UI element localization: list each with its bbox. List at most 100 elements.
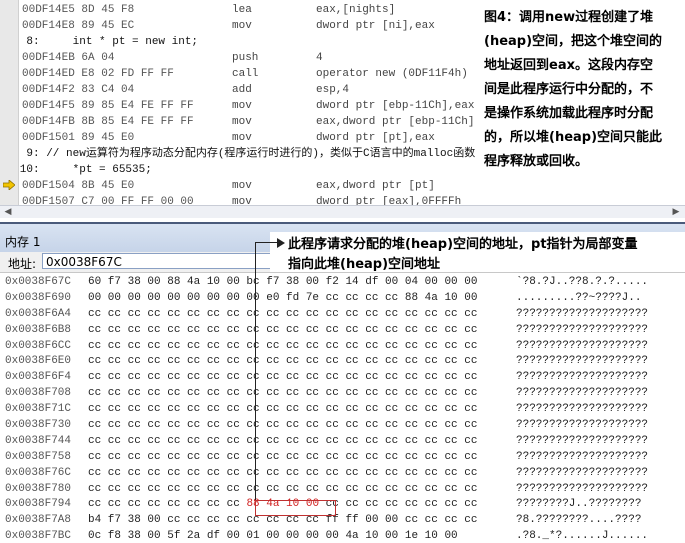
callout-line	[255, 242, 277, 243]
memory-address: 0x0038F6E0	[5, 355, 72, 368]
horizontal-scrollbar[interactable]: ◀ ▶	[0, 205, 685, 218]
instruction-address: 00DF14F5 89 85 E4 FE FF FF	[22, 100, 194, 112]
memory-hex-bytes: cc cc cc cc cc cc cc cc cc cc cc cc cc c…	[88, 386, 477, 402]
memory-address: 0x0038F67C	[5, 276, 72, 288]
instruction-operand: eax,dword ptr [ebp-11Ch]	[316, 116, 475, 128]
memory-rows[interactable]: 0x0038F67C 60 f7 38 00 88 4a 10 00 bc f7 …	[0, 275, 685, 543]
annotation-line: 是操作系统加载此程序时分配	[484, 106, 654, 121]
memory-hex-bytes: cc cc cc cc cc cc cc cc cc cc cc cc cc c…	[88, 466, 477, 482]
hex-segment: cc cc cc cc cc cc cc cc cc cc cc cc cc c…	[88, 339, 478, 352]
memory-address: 0x0038F6CC	[5, 339, 72, 352]
hex-segment: 60 f7 38 00 88 4a 10 00 bc f7 38 00 f2 1…	[88, 276, 478, 288]
memory-hex-bytes: cc cc cc cc cc cc cc cc cc cc cc cc cc c…	[88, 482, 477, 498]
address-label: 地址:	[8, 257, 37, 271]
instruction-operand: 4	[316, 52, 323, 64]
memory-row[interactable]: 0x0038F780 cc cc cc cc cc cc cc cc cc cc …	[0, 482, 685, 498]
memory-ascii: `?8.?J..??8.?.?.....	[516, 276, 649, 288]
instruction-address: 00DF14F2 83 C4 04	[22, 84, 135, 96]
memory-ascii: ????????????????????	[516, 450, 649, 463]
hex-segment: cc cc cc cc cc cc cc cc	[319, 498, 478, 511]
callout-line	[255, 242, 256, 500]
memory-hex-bytes: cc cc cc cc cc cc cc cc cc cc cc cc cc c…	[88, 323, 477, 339]
memory-row[interactable]: 0x0038F71C cc cc cc cc cc cc cc cc cc cc …	[0, 402, 685, 418]
memory-ascii: .?8._*?......J......	[516, 530, 649, 543]
memory-row[interactable]: 0x0038F7A8 b4 f7 38 00 cc cc cc cc cc cc …	[0, 513, 685, 529]
hex-segment: cc cc cc cc cc cc cc cc cc cc cc cc cc c…	[88, 355, 478, 368]
memory-hex-bytes: cc cc cc cc cc cc cc cc cc cc cc cc cc c…	[88, 418, 477, 434]
instruction-address: 00DF14E5 8D 45 F8	[22, 4, 135, 16]
memory-address: 0x0038F76C	[5, 466, 72, 479]
hex-segment: cc cc cc cc cc cc cc cc cc cc cc cc cc c…	[88, 323, 478, 336]
instruction-address: 00DF1504 8B 45 E0	[22, 180, 135, 192]
memory-row[interactable]: 0x0038F6CC cc cc cc cc cc cc cc cc cc cc …	[0, 339, 685, 355]
memory-ascii: ????????????????????	[516, 387, 649, 400]
annotation-line: 间是此程序运行中分配的，不	[484, 82, 654, 97]
memory-hex-bytes: 60 f7 38 00 88 4a 10 00 bc f7 38 00 f2 1…	[88, 275, 477, 291]
memory-hex-bytes: cc cc cc cc cc cc cc cc cc cc cc cc cc c…	[88, 354, 477, 370]
memory-row[interactable]: 0x0038F6B8 cc cc cc cc cc cc cc cc cc cc …	[0, 323, 685, 339]
instruction-mnemonic: push	[232, 52, 259, 64]
memory-address: 0x0038F6F4	[5, 371, 72, 384]
instruction-address: 00DF14FB 8B 85 E4 FE FF FF	[22, 116, 194, 128]
annotation-line: (heap)空间，把这个堆空间的	[484, 34, 663, 49]
instruction-operand: eax,[nights]	[316, 4, 396, 16]
memory-address: 0x0038F7A8	[5, 514, 72, 527]
instruction-address: 00DF14ED E8 02 FD FF FF	[22, 68, 174, 80]
annotation-figure-4: 图4：调用new过程创建了堆 (heap)空间，把这个堆空间的 地址返回到eax…	[480, 6, 685, 186]
annotation-heap-address: 此程序请求分配的堆(heap)空间的地址，pt指针为局部变量 指向此堆(heap…	[270, 232, 685, 272]
hex-segment: cc cc cc cc cc cc cc cc cc cc cc cc cc c…	[88, 482, 478, 495]
memory-row[interactable]: 0x0038F708 cc cc cc cc cc cc cc cc cc cc …	[0, 386, 685, 402]
memory-address: 0x0038F730	[5, 419, 72, 432]
memory-row[interactable]: 0x0038F730 cc cc cc cc cc cc cc cc cc cc …	[0, 418, 685, 434]
memory-hex-bytes: cc cc cc cc cc cc cc cc cc cc cc cc cc c…	[88, 339, 477, 355]
memory-ascii: ????????????????????	[516, 355, 649, 368]
memory-ascii: ????????J..????????	[516, 498, 642, 511]
memory-hex-bytes: cc cc cc cc cc cc cc cc cc cc cc cc cc c…	[88, 370, 477, 386]
scroll-left-icon[interactable]: ◀	[2, 207, 14, 218]
memory-ascii: ????????????????????	[516, 339, 649, 352]
hex-segment: cc cc cc cc cc cc cc cc cc cc cc cc cc c…	[88, 307, 478, 320]
memory-ascii: ????????????????????	[516, 434, 649, 447]
instruction-address: 00DF14EB 6A 04	[22, 52, 115, 64]
memory-row[interactable]: 0x0038F6A4 cc cc cc cc cc cc cc cc cc cc …	[0, 307, 685, 323]
memory-row[interactable]: 0x0038F67C 60 f7 38 00 88 4a 10 00 bc f7 …	[0, 275, 685, 291]
annotation-line: 指向此堆(heap)空间地址	[288, 257, 441, 272]
instruction-operand: dword ptr [pt],eax	[316, 132, 435, 144]
memory-row[interactable]: 0x0038F690 00 00 00 00 00 00 00 00 00 e0 …	[0, 291, 685, 307]
instruction-mnemonic: mov	[232, 20, 252, 32]
memory-window-title: 内存 1	[5, 235, 41, 249]
memory-row[interactable]: 0x0038F7BC 0c f8 38 00 5f 2a df 00 01 00 …	[0, 529, 685, 543]
hex-segment: b4 f7 38 00 cc cc cc cc cc cc cc cc ff f…	[88, 514, 478, 527]
instruction-operand: dword ptr [ebp-11Ch],eax	[316, 100, 475, 112]
memory-hex-bytes: cc cc cc cc cc cc cc cc cc cc cc cc cc c…	[88, 434, 477, 450]
instruction-operand: dword ptr [ni],eax	[316, 20, 435, 32]
memory-address: 0x0038F7BC	[5, 530, 72, 543]
hex-segment: 00 00 00 00 00 00 00 00 00 e0 fd 7e cc c…	[88, 291, 478, 304]
annotation-line: 的，所以堆(heap)空间只能此	[484, 130, 663, 145]
source-text: 9: // new运算符为程序动态分配内存(程序运行时进行的)，类似于C语言中的…	[0, 148, 476, 160]
hex-segment: cc cc cc cc cc cc cc cc cc cc cc cc cc c…	[88, 466, 478, 479]
hex-segment: cc cc cc cc cc cc cc cc cc cc cc cc cc c…	[88, 434, 478, 447]
memory-address: 0x0038F744	[5, 434, 72, 447]
memory-row[interactable]: 0x0038F6F4 cc cc cc cc cc cc cc cc cc cc …	[0, 370, 685, 386]
memory-hex-bytes: cc cc cc cc cc cc cc cc cc cc cc cc cc c…	[88, 450, 477, 466]
scroll-right-icon[interactable]: ▶	[670, 207, 682, 218]
annotation-line: 图4：调用new过程创建了堆	[484, 10, 654, 25]
memory-address: 0x0038F690	[5, 291, 72, 304]
memory-row[interactable]: 0x0038F744 cc cc cc cc cc cc cc cc cc cc …	[0, 434, 685, 450]
memory-row[interactable]: 0x0038F758 cc cc cc cc cc cc cc cc cc cc …	[0, 450, 685, 466]
memory-ascii: ?8.????????....????	[516, 514, 642, 527]
memory-row[interactable]: 0x0038F6E0 cc cc cc cc cc cc cc cc cc cc …	[0, 354, 685, 370]
annotation-line: 地址返回到eax。这段内存空	[484, 58, 653, 73]
memory-address: 0x0038F71C	[5, 403, 72, 416]
memory-hex-bytes: cc cc cc cc cc cc cc cc cc cc cc cc cc c…	[88, 307, 477, 323]
memory-row[interactable]: 0x0038F794 cc cc cc cc cc cc cc cc 88 4a …	[0, 497, 685, 513]
instruction-mnemonic: mov	[232, 116, 252, 128]
source-text: 8: int * pt = new int;	[0, 36, 199, 48]
memory-ascii: ????????????????????	[516, 466, 649, 479]
memory-ascii: .........??~????J..	[516, 291, 642, 304]
instruction-mnemonic: mov	[232, 100, 252, 112]
hex-segment: cc cc cc cc cc cc cc cc	[88, 498, 247, 511]
memory-row[interactable]: 0x0038F76C cc cc cc cc cc cc cc cc cc cc …	[0, 466, 685, 482]
memory-ascii: ????????????????????	[516, 482, 649, 495]
